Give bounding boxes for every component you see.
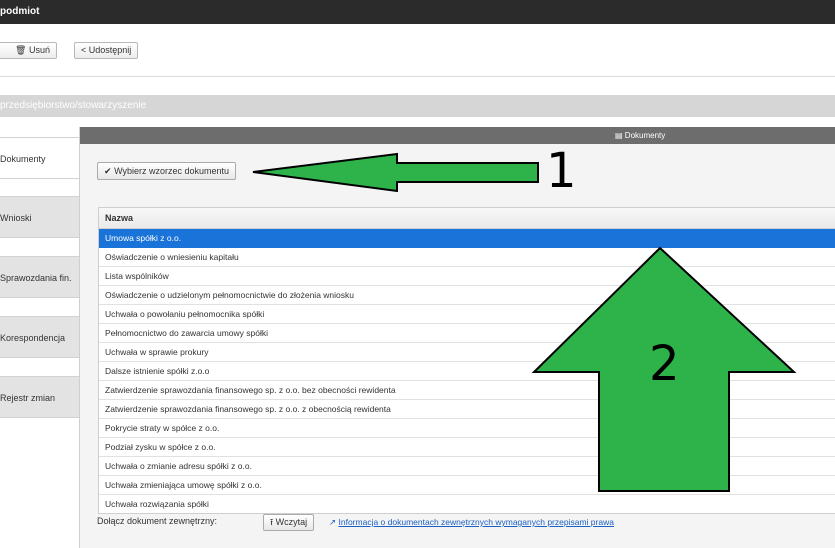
annotation-label-1: 1 xyxy=(546,143,577,199)
annotation-label-2: 2 xyxy=(649,336,680,392)
arrow-left-annotation xyxy=(252,152,539,193)
annotation-overlay xyxy=(252,152,797,492)
